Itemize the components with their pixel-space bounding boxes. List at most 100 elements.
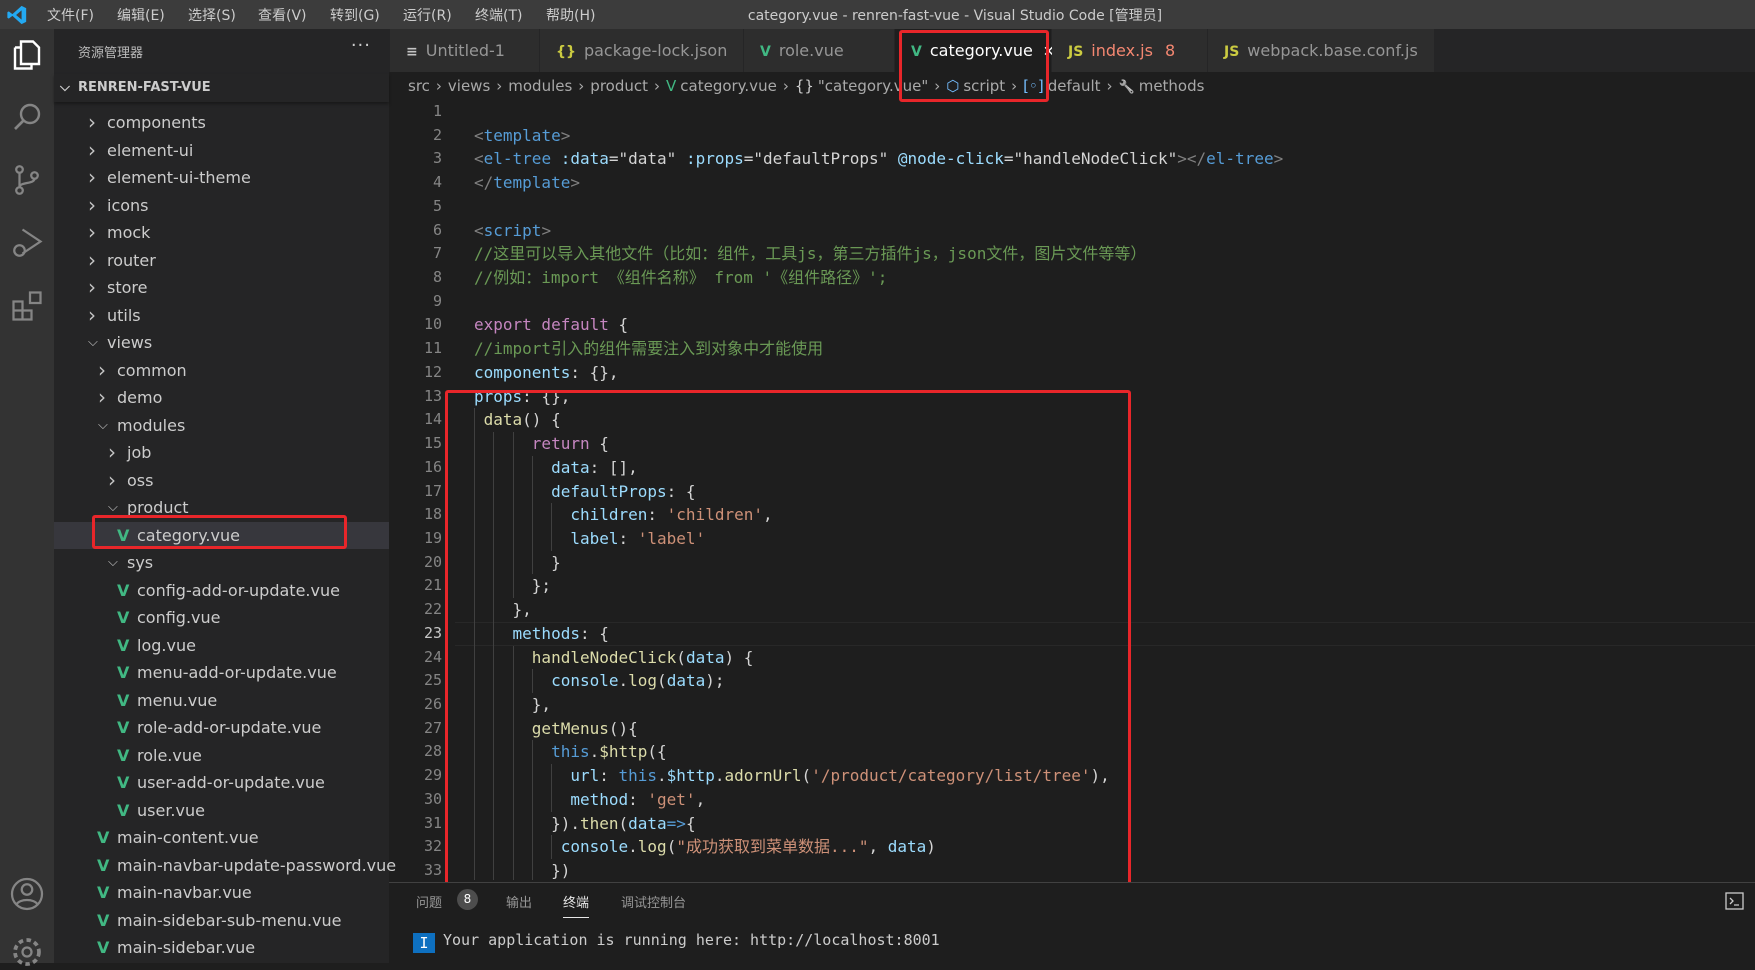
workspace-root-folder[interactable]: ⌵ RENREN-FAST-VUE xyxy=(54,74,389,102)
code-token: url xyxy=(570,766,600,786)
file-type-icon: ≡ xyxy=(406,44,418,60)
code-line: //例如：import 《组件名称》 from '《组件路径》'; xyxy=(474,266,887,290)
chevron-down-icon: ⌵ xyxy=(108,500,118,515)
breadcrumb-item[interactable]: views xyxy=(448,77,490,95)
editor-tabs: ≡ Untitled-1{} package-lock.json Vrole.vue V… xyxy=(389,29,1755,72)
breadcrumb-item[interactable]: default xyxy=(1048,77,1101,95)
folder-item[interactable]: ⌵ modules xyxy=(54,412,389,440)
breadcrumb-item[interactable]: modules xyxy=(508,77,572,95)
code-line: }, xyxy=(474,693,551,717)
breadcrumb-item[interactable]: methods xyxy=(1139,77,1205,95)
account-icon[interactable] xyxy=(9,876,45,912)
vue-file-icon: V xyxy=(97,855,110,875)
line-number: 10 xyxy=(423,315,442,334)
code-token: , xyxy=(695,789,706,809)
line-number: 5 xyxy=(432,196,442,215)
file-item[interactable]: Vconfig-add-or-update.vue xyxy=(54,577,389,605)
code-token: = xyxy=(608,149,619,169)
code-token: ) { xyxy=(724,647,754,667)
code-editor[interactable]: 1 2 <template> 3 <el-tree :data="data" :prop… xyxy=(389,100,1755,880)
folder-item[interactable]: ⌵ sys xyxy=(54,549,389,577)
line-number: 30 xyxy=(423,789,442,808)
terminal-output[interactable]: I Your application is running here: http:… xyxy=(413,931,940,953)
file-item[interactable]: Vmenu.vue xyxy=(54,687,389,715)
terminal-icon[interactable] xyxy=(1725,891,1745,911)
file-item[interactable]: Vmain-sidebar.vue xyxy=(54,934,389,962)
chevron-right-icon: › xyxy=(108,440,116,464)
file-item[interactable]: Vrole-add-or-update.vue xyxy=(54,714,389,742)
panel-tab-problems[interactable]: 问题 xyxy=(416,892,442,911)
code-token: ( xyxy=(657,671,667,691)
file-item[interactable]: Vcategory.vue xyxy=(54,521,389,549)
code-token: data xyxy=(628,813,667,833)
terminal-line: Your application is running here: http:/… xyxy=(443,931,940,949)
file-item[interactable]: Vlog.vue xyxy=(54,632,389,660)
code-token: handleNodeClick xyxy=(531,647,677,667)
file-item[interactable]: Vmain-sidebar-sub-menu.vue xyxy=(54,907,389,935)
folder-item[interactable]: › store xyxy=(54,274,389,302)
chevron-right-icon: › xyxy=(1011,77,1018,95)
folder-item[interactable]: › utils xyxy=(54,302,389,330)
folder-label: oss xyxy=(127,470,154,490)
folder-label: store xyxy=(107,278,148,297)
folder-item[interactable]: › mock xyxy=(54,219,389,247)
tab-role-vue[interactable]: Vrole.vue xyxy=(744,29,895,72)
files-icon[interactable] xyxy=(9,37,45,73)
folder-item[interactable]: › element-ui xyxy=(54,137,389,165)
code-token: console xyxy=(551,671,619,691)
breadcrumb-item[interactable]: src xyxy=(408,77,430,95)
chevron-right-icon: › xyxy=(782,77,789,95)
settings-gear-icon[interactable] xyxy=(9,934,45,970)
breadcrumb-item[interactable]: "category.vue" xyxy=(818,77,928,95)
code-token: : { xyxy=(666,481,696,501)
code-line: defaultProps: { xyxy=(474,480,696,504)
tab-untitled-1[interactable]: ≡ Untitled-1 xyxy=(390,29,540,72)
file-type-icon: JS xyxy=(1068,44,1084,60)
chevron-right-icon: › xyxy=(88,165,96,189)
folder-item[interactable]: › job xyxy=(54,439,389,467)
folder-item[interactable]: › components xyxy=(54,109,389,137)
code-token: }, xyxy=(474,600,532,620)
folder-label: demo xyxy=(117,388,163,407)
folder-item[interactable]: › element-ui-theme xyxy=(54,164,389,192)
vue-file-icon: V xyxy=(117,608,130,627)
folder-item[interactable]: › router xyxy=(54,247,389,275)
run-debug-icon[interactable] xyxy=(9,225,45,261)
extensions-icon[interactable] xyxy=(9,288,45,324)
file-item[interactable]: Vmain-navbar.vue xyxy=(54,879,389,907)
folder-item[interactable]: › icons xyxy=(54,192,389,220)
breadcrumb-item[interactable]: category.vue xyxy=(680,77,777,95)
code-line: label: 'label' xyxy=(474,527,705,551)
panel-tab-debug-console[interactable]: 调试控制台 xyxy=(621,892,686,911)
panel-tab-output[interactable]: 输出 xyxy=(506,892,532,911)
code-token: data xyxy=(666,671,706,691)
tab-package-lock-json[interactable]: {} package-lock.json xyxy=(540,29,744,72)
tab-label: role.vue xyxy=(778,41,844,60)
breadcrumb-item[interactable]: script xyxy=(963,77,1005,95)
file-type-icon: V xyxy=(760,44,771,60)
tab-category-vue[interactable]: Vcategory.vue ✕ xyxy=(895,29,1055,72)
folder-item[interactable]: › common xyxy=(54,357,389,385)
file-item[interactable]: Vconfig.vue xyxy=(54,604,389,632)
more-actions-icon[interactable]: ··· xyxy=(351,35,371,56)
file-item[interactable]: Vuser.vue xyxy=(54,797,389,825)
tab-webpack-base-conf-js[interactable]: JS webpack.base.conf.js xyxy=(1208,29,1435,72)
folder-item[interactable]: ⌵ views xyxy=(54,329,389,357)
file-item[interactable]: Vuser-add-or-update.vue xyxy=(54,769,389,797)
folder-item[interactable]: › demo xyxy=(54,384,389,412)
folder-item[interactable]: › oss xyxy=(54,467,389,495)
search-icon[interactable] xyxy=(9,99,45,135)
code-line: console.log(data); xyxy=(474,669,724,693)
file-item[interactable]: Vmenu-add-or-update.vue xyxy=(54,659,389,687)
tab-index-js[interactable]: JS index.js 8 xyxy=(1052,29,1208,72)
line-number: 4 xyxy=(432,173,442,192)
file-item[interactable]: Vrole.vue xyxy=(54,742,389,770)
folder-item[interactable]: ⌵ product xyxy=(54,494,389,522)
file-item[interactable]: Vmain-content.vue xyxy=(54,824,389,852)
panel-tab-terminal[interactable]: 终端 xyxy=(563,892,590,918)
breadcrumb-item[interactable]: product xyxy=(590,77,648,95)
file-item[interactable]: Vmain-navbar-update-password.vue xyxy=(54,852,396,880)
source-control-icon[interactable] xyxy=(9,162,45,198)
chevron-down-icon: ⌵ xyxy=(108,555,118,570)
chevron-right-icon: › xyxy=(88,192,96,217)
